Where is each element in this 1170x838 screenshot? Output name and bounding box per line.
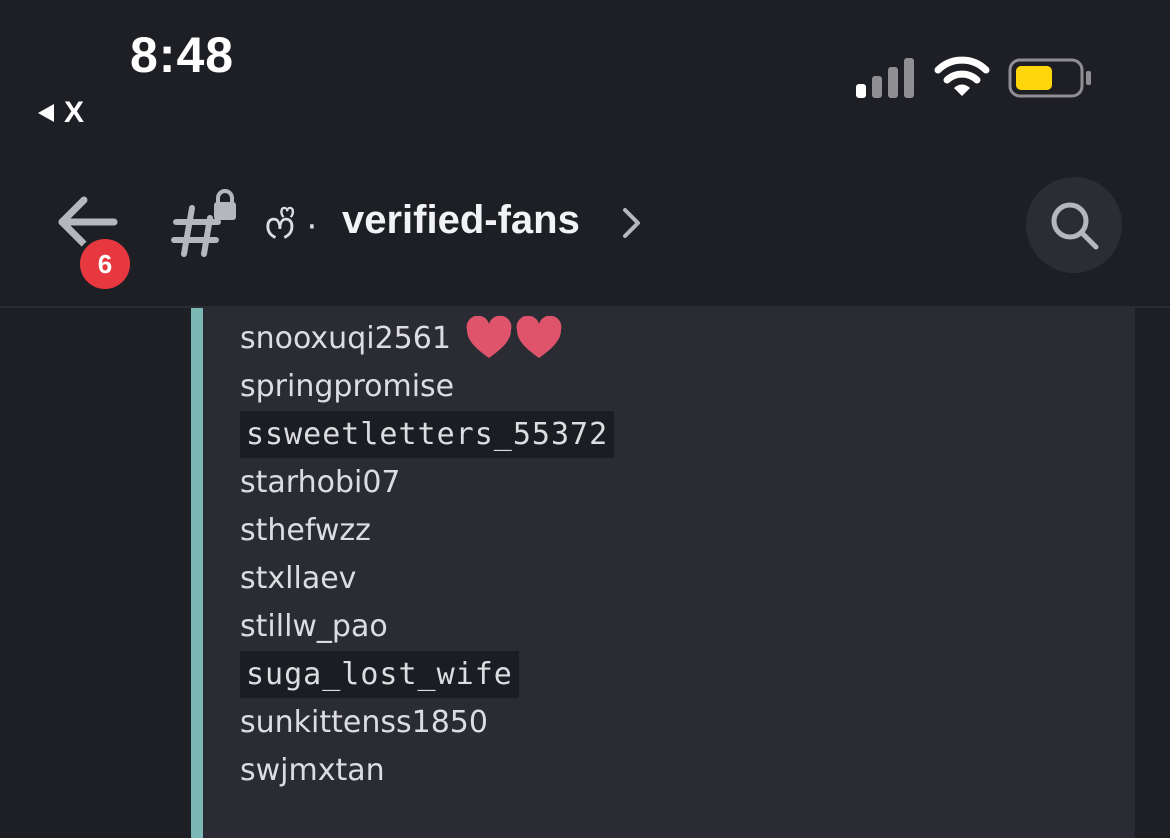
- member-name: ssweetletters_55372: [240, 410, 615, 458]
- status-time: 8:48: [130, 27, 235, 83]
- back-to-app[interactable]: X: [38, 96, 84, 130]
- member-name: suga_lost_wife: [240, 650, 519, 698]
- search-icon: [1051, 202, 1099, 250]
- member-list: snooxuqi2561 springpromise ssweetletters_5…: [240, 314, 1120, 794]
- locked-channel-icon: [171, 189, 236, 257]
- member-name: starhobi07: [240, 464, 401, 500]
- chevron-right-icon[interactable]: [620, 206, 644, 240]
- channel-header: 6 ᰔᩚ · verified-fans: [0, 150, 1170, 308]
- member-name: springpromise: [240, 368, 455, 404]
- battery-icon: [1008, 58, 1091, 98]
- member-row: suga_lost_wife: [240, 650, 1120, 698]
- heart-emojis: [465, 316, 563, 360]
- member-row: sthefwzz: [240, 506, 1120, 554]
- member-row: stxllaev: [240, 554, 1120, 602]
- member-name: stillw_pao: [240, 608, 388, 644]
- wifi-icon: [934, 56, 990, 96]
- member-row: ssweetletters_55372: [240, 410, 1120, 458]
- back-triangle-icon: [38, 104, 54, 122]
- cellular-signal-icon: [856, 58, 914, 98]
- member-name: sthefwzz: [240, 512, 371, 548]
- member-name: stxllaev: [240, 560, 357, 596]
- member-row: snooxuqi2561: [240, 314, 1120, 362]
- back-app-label: X: [64, 96, 85, 129]
- member-name: snooxuqi2561: [240, 320, 451, 356]
- search-button[interactable]: [1026, 177, 1122, 273]
- member-name: sunkittenss1850: [240, 704, 488, 740]
- member-row: springpromise: [240, 362, 1120, 410]
- channel-emoji: ᰔᩚ ·: [264, 207, 318, 247]
- channel-name[interactable]: verified-fans: [342, 198, 580, 243]
- member-row: stillw_pao: [240, 602, 1120, 650]
- member-row: swjmxtan: [240, 746, 1120, 794]
- member-row: starhobi07: [240, 458, 1120, 506]
- member-row: sunkittenss1850: [240, 698, 1120, 746]
- heart-icon: [516, 316, 562, 358]
- heart-icon: [466, 316, 512, 358]
- member-name: swjmxtan: [240, 752, 385, 788]
- unread-badge: 6: [80, 239, 130, 289]
